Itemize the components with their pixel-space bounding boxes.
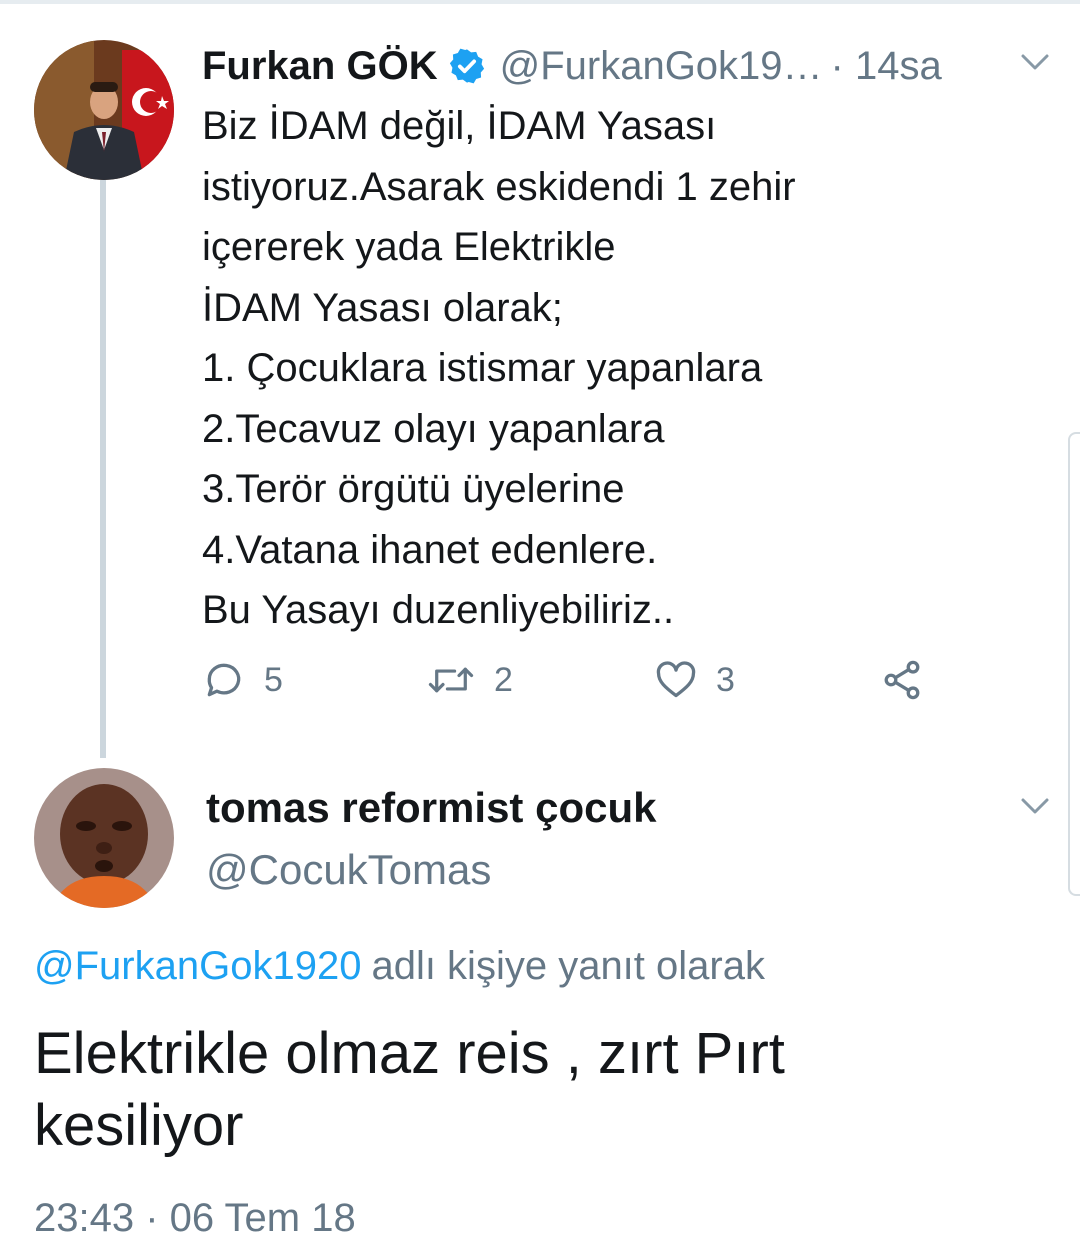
- tweet1-line: Bu Yasayı duzenliyebiliriz..: [202, 588, 675, 632]
- tweet1-line: 2.Tecavuz olayı yapanlara: [202, 406, 665, 451]
- tweet2-text: Elektrikle olmaz reis , zırt Pırt kesili…: [34, 1018, 1034, 1162]
- top-divider: [0, 0, 1080, 4]
- tweet1-author-name[interactable]: Furkan GÖK: [202, 44, 438, 89]
- tweet1-line: 4.Vatana ihanet edenlere.: [202, 527, 658, 572]
- like-button[interactable]: 3: [654, 658, 735, 702]
- tweet2-line: Elektrikle olmaz reis , zırt Pırt: [34, 1021, 785, 1086]
- share-button[interactable]: [880, 658, 924, 702]
- scrollbar[interactable]: [1068, 432, 1080, 896]
- reply-context: @FurkanGok1920 adlı kişiye yanıt olarak: [34, 944, 765, 989]
- heart-icon: [656, 661, 696, 698]
- share-icon: [884, 660, 920, 700]
- tweet1-time[interactable]: · 14sa: [831, 44, 942, 89]
- reply-button[interactable]: 5: [202, 658, 283, 702]
- retweet-icon: [428, 667, 474, 693]
- tweet1-line: 1. Çocuklara istismar yapanlara: [202, 346, 763, 390]
- chevron-down-icon[interactable]: [1020, 52, 1050, 72]
- avatar-furkan[interactable]: [34, 40, 174, 180]
- tweet1-line: Biz İDAM değil, İDAM Yasası: [202, 104, 717, 148]
- tweet1-line: İDAM Yasası olarak;: [202, 285, 563, 330]
- tweet1-line: içererek yada Elektrikle: [202, 225, 616, 269]
- tweet1-author-handle[interactable]: @FurkanGok19…: [500, 44, 823, 89]
- tweet1-header: Furkan GÖK @FurkanGok19… · 14sa: [202, 40, 942, 92]
- retweet-count: 2: [494, 660, 513, 699]
- tweet2-author-name[interactable]: tomas reformist çocuk: [206, 784, 656, 832]
- chevron-down-icon[interactable]: [1020, 796, 1050, 816]
- tweet2-timestamp[interactable]: 23:43 · 06 Tem 18: [34, 1196, 356, 1241]
- retweet-button[interactable]: 2: [426, 658, 513, 702]
- reply-count: 5: [264, 660, 283, 699]
- tweet2-line: kesiliyor: [34, 1093, 244, 1158]
- reply-to-suffix: adlı kişiye yanıt olarak: [371, 944, 765, 988]
- like-count: 3: [716, 660, 735, 699]
- tweet1-text: Biz İDAM değil, İDAM Yasası istiyoruz.As…: [202, 96, 1022, 641]
- tweet1-action-bar: 5 2 3: [200, 658, 960, 710]
- verified-badge-icon: [448, 47, 486, 85]
- thread-connector-line: [100, 180, 106, 758]
- tweet2-author-handle[interactable]: @CocukTomas: [206, 846, 491, 894]
- tweet1-line: istiyoruz.Asarak eskidendi 1 zehir: [202, 164, 796, 209]
- reply-to-mention-link[interactable]: @FurkanGok1920: [34, 944, 361, 988]
- avatar-tomas[interactable]: [34, 768, 174, 908]
- tweet1-line: 3.Terör örgütü üyelerine: [202, 467, 625, 511]
- reply-icon: [207, 663, 241, 697]
